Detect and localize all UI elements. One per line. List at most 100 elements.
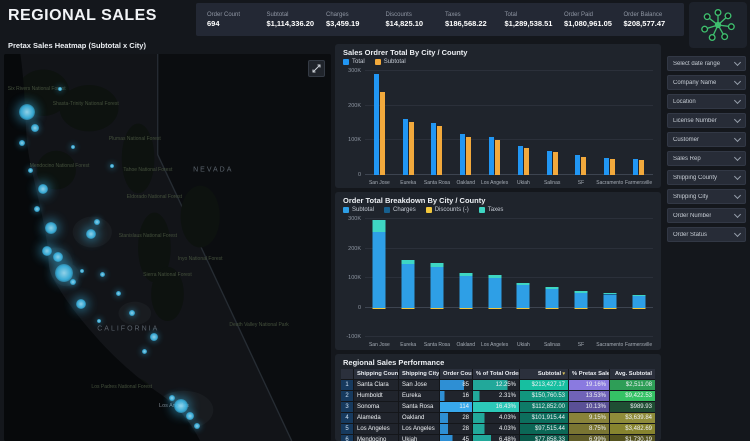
total-bar[interactable] bbox=[547, 151, 552, 175]
column-header-avg-subtotal[interactable]: Avg. Subtotal bbox=[610, 369, 655, 379]
heat-dot[interactable] bbox=[100, 272, 105, 277]
subtotal-segment[interactable] bbox=[546, 289, 559, 308]
subtotal-segment[interactable] bbox=[459, 276, 472, 308]
filter-sales-rep[interactable]: Sales Rep bbox=[667, 151, 746, 166]
heat-dot[interactable] bbox=[31, 124, 39, 132]
subtotal-bar[interactable] bbox=[524, 148, 529, 175]
subtotal-bar[interactable] bbox=[380, 92, 385, 175]
subtotal-segment[interactable] bbox=[517, 285, 530, 307]
total-bar[interactable] bbox=[575, 155, 580, 175]
pct-pretax-sales-cell: 13.53% bbox=[569, 391, 609, 401]
stacked-bar-plot: -100K0100K200K300K bbox=[365, 219, 653, 337]
discounts-segment[interactable] bbox=[430, 308, 443, 309]
filter-company-name[interactable]: Company Name bbox=[667, 75, 746, 90]
subtotal-segment[interactable] bbox=[603, 295, 616, 308]
filter-label: Order Number bbox=[673, 213, 711, 219]
filter-customer[interactable]: Customer bbox=[667, 132, 746, 147]
heat-dot[interactable] bbox=[97, 319, 101, 323]
column-header-order-count[interactable]: Order Count bbox=[440, 369, 472, 379]
legend-item-total[interactable]: Total bbox=[343, 59, 365, 65]
column-header-shipping-city[interactable]: Shipping City bbox=[399, 369, 439, 379]
heatmap-panel: Pretax Sales Heatmap (Subtotal x City) N… bbox=[4, 40, 331, 441]
column-header-of-total-orders[interactable]: % of Total Orders bbox=[473, 369, 519, 379]
subtotal-segment[interactable] bbox=[488, 278, 501, 308]
heat-dot[interactable] bbox=[28, 168, 33, 173]
subtotal-segment[interactable] bbox=[402, 264, 415, 308]
subtotal-segment[interactable] bbox=[373, 232, 386, 307]
subtotal-bar[interactable] bbox=[409, 122, 414, 175]
subtotal-segment[interactable] bbox=[430, 267, 443, 308]
kpi-value: $1,080,961.05 bbox=[564, 19, 614, 28]
subtotal-bar[interactable] bbox=[553, 152, 558, 175]
heat-dot[interactable] bbox=[70, 279, 76, 285]
shipping-city-cell: Ukiah bbox=[399, 435, 439, 441]
y-axis-tick-label: -100K bbox=[339, 334, 361, 340]
total-bar[interactable] bbox=[518, 146, 523, 175]
heat-dot[interactable] bbox=[86, 229, 96, 239]
column-header-subtotal[interactable]: Subtotal ▾ bbox=[520, 369, 568, 379]
legend-item-charges[interactable]: Charges bbox=[384, 207, 416, 213]
subtotal-segment[interactable] bbox=[574, 293, 587, 308]
legend-item-discounts[interactable]: Discounts (-) bbox=[426, 207, 469, 213]
total-bar[interactable] bbox=[403, 119, 408, 175]
heat-dot[interactable] bbox=[58, 87, 62, 91]
filter-label: Order Status bbox=[673, 232, 707, 238]
subtotal-bar[interactable] bbox=[437, 126, 442, 175]
filter-location[interactable]: Location bbox=[667, 94, 746, 109]
filter-shipping-county[interactable]: Shipping County bbox=[667, 170, 746, 185]
legend-item-subtotal[interactable]: Subtotal bbox=[343, 207, 374, 213]
kpi-total: Total$1,289,538.51 bbox=[500, 3, 560, 36]
heat-dot[interactable] bbox=[150, 333, 158, 341]
filter-license-number[interactable]: License Number bbox=[667, 113, 746, 128]
subtotal-segment[interactable] bbox=[632, 296, 645, 308]
discounts-segment[interactable] bbox=[373, 308, 386, 309]
total-bar[interactable] bbox=[633, 159, 638, 175]
bar-group-oakland bbox=[451, 71, 480, 175]
heat-dot[interactable] bbox=[42, 246, 52, 256]
subtotal-bar[interactable] bbox=[581, 157, 586, 175]
bar-group-salinas bbox=[538, 71, 567, 175]
kpi-label: Order Count bbox=[207, 12, 257, 18]
map-canvas[interactable]: NEVADACALIFORNIASix Rivers National Fore… bbox=[4, 54, 331, 441]
filter-order-number[interactable]: Order Number bbox=[667, 208, 746, 223]
legend-item-subtotal[interactable]: Subtotal bbox=[375, 59, 406, 65]
heat-dot[interactable] bbox=[194, 423, 200, 429]
fullscreen-button[interactable] bbox=[308, 60, 325, 77]
stack-group-oakland bbox=[451, 219, 480, 337]
legend-label: Discounts (-) bbox=[435, 207, 469, 213]
heat-dot[interactable] bbox=[19, 104, 35, 120]
column-header-index[interactable] bbox=[341, 369, 353, 379]
legend-item-taxes[interactable]: Taxes bbox=[479, 207, 504, 213]
heat-dot[interactable] bbox=[71, 145, 75, 149]
heat-dot[interactable] bbox=[129, 310, 135, 316]
x-axis-category-label: Santa Rosa bbox=[423, 342, 452, 348]
total-bar[interactable] bbox=[431, 123, 436, 175]
filter-order-status[interactable]: Order Status bbox=[667, 227, 746, 242]
total-bar[interactable] bbox=[604, 158, 609, 175]
subtotal-bar[interactable] bbox=[639, 160, 644, 175]
total-bar[interactable] bbox=[374, 74, 379, 175]
stack-up bbox=[546, 287, 559, 307]
heat-dot[interactable] bbox=[76, 299, 86, 309]
total-bar[interactable] bbox=[489, 137, 494, 175]
subtotal-bar[interactable] bbox=[495, 140, 500, 175]
avg-subtotal-cell: $2,511.08 bbox=[610, 380, 655, 390]
total-bar[interactable] bbox=[460, 134, 465, 175]
column-header-shipping-county[interactable]: Shipping County bbox=[354, 369, 398, 379]
subtotal-bar[interactable] bbox=[466, 137, 471, 175]
heat-dot[interactable] bbox=[19, 140, 25, 146]
subtotal-cell: $150,760.53 bbox=[520, 391, 568, 401]
filter-shipping-city[interactable]: Shipping City bbox=[667, 189, 746, 204]
pct-total-orders-cell: 2.31% bbox=[473, 391, 519, 401]
heat-dot[interactable] bbox=[34, 206, 40, 212]
kpi-label: Order Balance bbox=[624, 12, 674, 18]
heat-dot[interactable] bbox=[174, 399, 188, 413]
x-axis-category-label: SF bbox=[567, 342, 596, 348]
map-label-eldorado-national-forest: Eldorado National Forest bbox=[127, 194, 182, 200]
column-header-pretax-sales[interactable]: % Pretax Sales bbox=[569, 369, 609, 379]
taxes-segment[interactable] bbox=[373, 220, 386, 232]
subtotal-bar[interactable] bbox=[610, 159, 615, 175]
discounts-segment[interactable] bbox=[402, 308, 415, 309]
filter-select-date-range[interactable]: Select date range bbox=[667, 56, 746, 71]
x-axis-category-label: Salinas bbox=[538, 342, 567, 348]
